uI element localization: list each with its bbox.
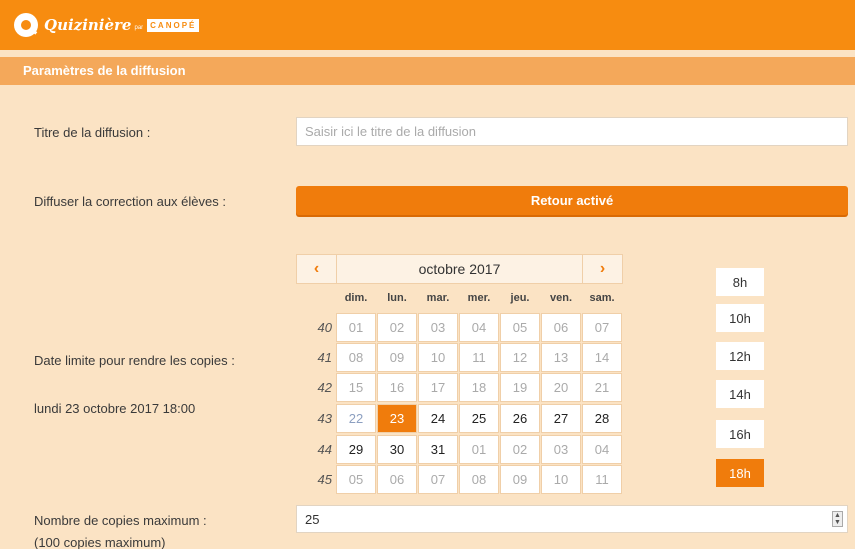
copies-hint: (100 copies maximum) [34,535,166,549]
hour-option[interactable]: 16h [716,420,764,448]
calendar-dayname: jeu. [510,292,530,304]
calendar-day[interactable]: 07 [582,313,622,342]
calendar-week-number: 45 [317,472,332,487]
calendar-week-number: 43 [317,411,332,426]
top-bar: Quizinière par CANOPÉ [0,0,855,50]
deadline-value: lundi 23 octobre 2017 18:00 [34,401,196,416]
calendar-prev-icon[interactable]: ‹ [297,255,337,283]
calendar-day[interactable]: 21 [582,373,622,402]
quiziniere-logo-icon [14,13,38,37]
calendar-day[interactable]: 25 [459,404,499,433]
hour-option[interactable]: 12h [716,342,764,370]
stepper-icon[interactable]: ▲ ▼ [832,511,843,527]
calendar-header: ‹ octobre 2017 › [296,254,623,284]
calendar-day[interactable]: 03 [418,313,458,342]
calendar-dayname: sam. [589,292,615,304]
deadline-label: Date limite pour rendre les copies : [34,353,235,368]
calendar-day[interactable]: 12 [500,343,540,372]
calendar-day[interactable]: 11 [459,343,499,372]
calendar-day[interactable]: 30 [377,435,417,464]
calendar-day[interactable]: 09 [500,465,540,494]
copies-label: Nombre de copies maximum : [34,513,207,528]
title-input[interactable] [296,117,848,146]
calendar-day[interactable]: 10 [418,343,458,372]
calendar-day[interactable]: 16 [377,373,417,402]
calendar-dayname: ven. [549,292,572,304]
calendar-day[interactable]: 23 [377,404,417,433]
title-label: Titre de la diffusion : [34,125,151,140]
hour-option[interactable]: 18h [716,459,764,487]
calendar-day[interactable]: 08 [336,343,376,372]
calendar-week-number: 44 [317,442,332,457]
calendar-day[interactable]: 31 [418,435,458,464]
calendar-week-number: 42 [317,380,332,395]
copies-value: 25 [305,511,320,527]
copies-input[interactable]: 25 ▲ ▼ [296,505,848,533]
calendar-day[interactable]: 06 [377,465,417,494]
calendar-day[interactable]: 20 [541,373,581,402]
calendar-day[interactable]: 04 [459,313,499,342]
calendar-day[interactable]: 24 [418,404,458,433]
calendar-day[interactable]: 02 [377,313,417,342]
section-header: Paramètres de la diffusion [0,57,855,85]
calendar-day[interactable]: 17 [418,373,458,402]
correction-toggle-button[interactable]: Retour activé [296,186,848,215]
calendar-dayname: mer. [467,292,491,304]
calendar-day[interactable]: 29 [336,435,376,464]
calendar-day[interactable]: 01 [336,313,376,342]
calendar-day[interactable]: 27 [541,404,581,433]
calendar-day[interactable]: 14 [582,343,622,372]
calendar-month-label[interactable]: octobre 2017 [337,261,582,277]
calendar-day[interactable]: 18 [459,373,499,402]
correction-label: Diffuser la correction aux élèves : [34,194,226,209]
hour-option[interactable]: 8h [716,268,764,296]
hour-option[interactable]: 14h [716,380,764,408]
calendar-day[interactable]: 02 [500,435,540,464]
calendar-dayname: lun. [387,292,407,304]
calendar-day[interactable]: 07 [418,465,458,494]
calendar-day[interactable]: 19 [500,373,540,402]
calendar-dayname: dim. [344,292,368,304]
calendar-day[interactable]: 06 [541,313,581,342]
calendar-next-icon[interactable]: › [582,255,622,283]
calendar-day[interactable]: 09 [377,343,417,372]
brand-by: par [134,25,144,31]
calendar-day[interactable]: 15 [336,373,376,402]
app-logo[interactable]: Quizinière par CANOPÉ [14,13,200,37]
calendar-day[interactable]: 05 [336,465,376,494]
hour-option[interactable]: 10h [716,304,764,332]
calendar-day[interactable]: 26 [500,404,540,433]
brand-name: Quizinière [44,16,132,34]
section-title: Paramètres de la diffusion [23,63,186,78]
calendar-day[interactable]: 08 [459,465,499,494]
calendar-day[interactable]: 13 [541,343,581,372]
calendar-week-number: 40 [317,320,332,335]
calendar-day[interactable]: 03 [541,435,581,464]
calendar-day[interactable]: 05 [500,313,540,342]
calendar-day[interactable]: 10 [541,465,581,494]
calendar-day[interactable]: 11 [582,465,622,494]
calendar-week-number: 41 [317,350,332,365]
calendar-day[interactable]: 28 [582,404,622,433]
calendar-day[interactable]: 01 [459,435,499,464]
partner-logo: CANOPÉ [147,18,200,32]
calendar-day[interactable]: 04 [582,435,622,464]
calendar-dayname: mar. [426,292,450,304]
calendar-day[interactable]: 22 [336,404,376,433]
